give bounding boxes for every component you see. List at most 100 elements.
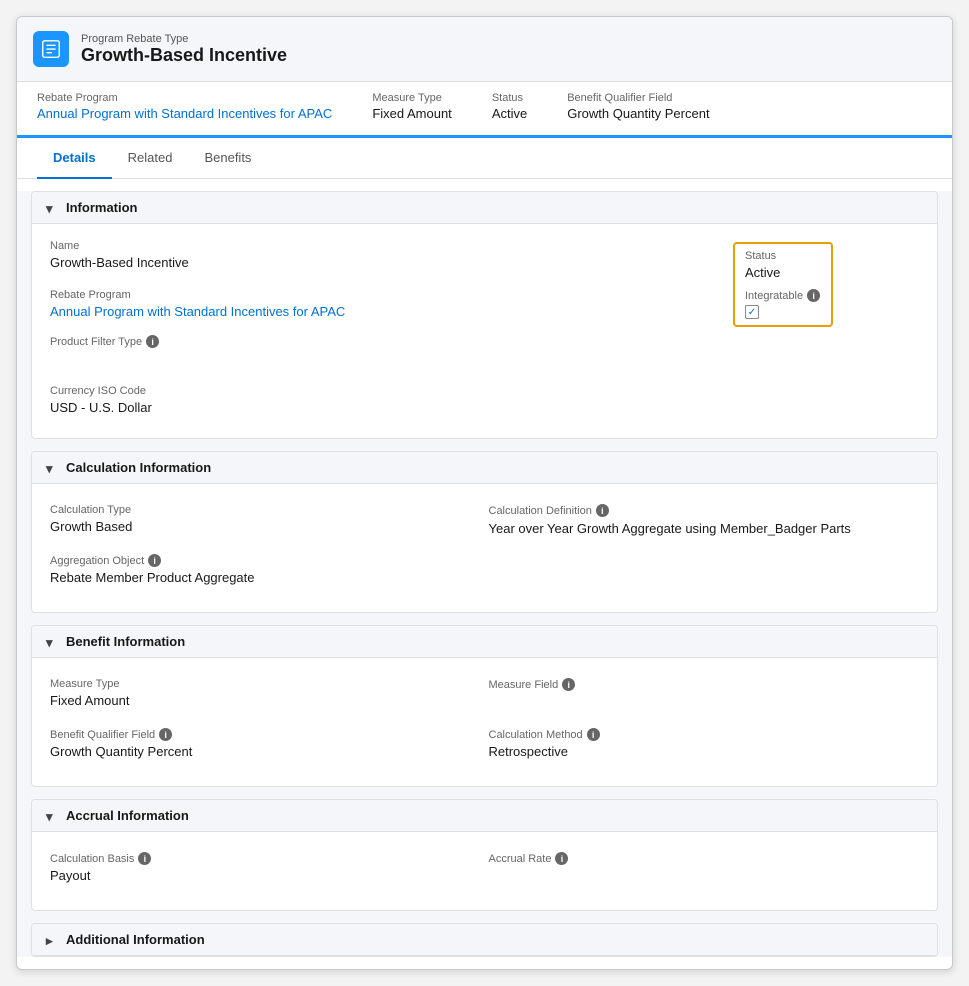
product-filter-field-group: Product Filter Type i ✏ xyxy=(46,327,723,377)
page-title: Growth-Based Incentive xyxy=(81,45,287,66)
information-section-header[interactable]: ▾ Information xyxy=(32,192,937,224)
tab-benefits[interactable]: Benefits xyxy=(188,138,267,179)
calculation-body: Calculation Type Growth Based ✏ Calculat… xyxy=(32,484,937,612)
additional-section-title: Additional Information xyxy=(66,932,205,947)
calc-basis-info-icon[interactable]: i xyxy=(138,852,151,865)
tab-related[interactable]: Related xyxy=(112,138,189,179)
meta-rebate-program: Rebate Program Annual Program with Stand… xyxy=(37,92,332,121)
rebate-program-field-group: Rebate Program Annual Program with Stand… xyxy=(46,281,723,327)
rebate-program-label: Rebate Program xyxy=(50,289,711,301)
meta-rebate-program-value[interactable]: Annual Program with Standard Incentives … xyxy=(37,106,332,121)
calc-basis-value: Payout xyxy=(50,868,473,886)
page-container: Program Rebate Type Growth-Based Incenti… xyxy=(16,16,953,970)
accrual-chevron-icon: ▾ xyxy=(46,809,60,823)
accrual-rate-info-icon[interactable]: i xyxy=(555,852,568,865)
accrual-section-title: Accrual Information xyxy=(66,808,189,823)
benefit-section-title: Benefit Information xyxy=(66,634,185,649)
information-section-title: Information xyxy=(66,200,138,215)
calc-basis-field-group: Calculation Basis i Payout ✏ xyxy=(46,844,485,894)
app-icon xyxy=(33,31,69,67)
benefit-measure-type-label: Measure Type xyxy=(50,678,473,690)
integratable-info-icon[interactable]: i xyxy=(807,289,820,302)
name-label: Name xyxy=(50,240,711,252)
status-highlight-box: Status Active Integratable i xyxy=(733,242,833,327)
integratable-label: Integratable i xyxy=(745,289,821,302)
additional-chevron-icon: ▸ xyxy=(46,933,60,947)
integratable-checkbox[interactable] xyxy=(745,305,759,319)
benefit-section: ▾ Benefit Information Measure Type Fixed… xyxy=(31,625,938,787)
tab-details[interactable]: Details xyxy=(37,138,112,179)
meta-measure-type-value: Fixed Amount xyxy=(372,106,452,121)
calc-method-label: Calculation Method i xyxy=(489,728,912,741)
calc-def-info-icon[interactable]: i xyxy=(596,504,609,517)
calc-method-value: Retrospective xyxy=(489,744,912,762)
currency-field-group: Currency ISO Code USD - U.S. Dollar ✏ xyxy=(46,377,723,426)
information-section: ▾ Information Name Growth-Based Incentiv… xyxy=(31,191,938,439)
benefit-qualifier-value: Growth Quantity Percent xyxy=(50,744,473,762)
name-field-group: Name Growth-Based Incentive ✏ xyxy=(46,232,723,281)
benefit-qualifier-label: Benefit Qualifier Field i xyxy=(50,728,473,741)
currency-value: USD - U.S. Dollar xyxy=(50,400,711,418)
meta-benefit-qualifier-label: Benefit Qualifier Field xyxy=(567,92,709,104)
information-chevron-icon: ▾ xyxy=(46,201,60,215)
benefit-measure-type-value: Fixed Amount xyxy=(50,693,473,711)
measure-field-group: Measure Field i ▾ xyxy=(485,670,924,720)
agg-object-label: Aggregation Object i xyxy=(50,554,473,567)
benefit-qualifier-info-icon[interactable]: i xyxy=(159,728,172,741)
agg-object-field-group: Aggregation Object i Rebate Member Produ… xyxy=(46,546,485,596)
benefit-section-header[interactable]: ▾ Benefit Information xyxy=(32,626,937,658)
agg-object-value: Rebate Member Product Aggregate xyxy=(50,570,473,588)
information-right: Status Active Integratable i xyxy=(723,232,923,426)
information-body: Name Growth-Based Incentive ✏ Rebate Pro… xyxy=(32,224,937,438)
calculation-chevron-icon: ▾ xyxy=(46,461,60,475)
measure-field-info-icon[interactable]: i xyxy=(562,678,575,691)
calc-basis-label: Calculation Basis i xyxy=(50,852,473,865)
calc-type-label: Calculation Type xyxy=(50,504,473,516)
calc-def-value: Year over Year Growth Aggregate using Me… xyxy=(489,520,912,538)
meta-measure-type-label: Measure Type xyxy=(372,92,452,104)
status-highlight-value: Active xyxy=(745,265,821,283)
tabs-bar: Details Related Benefits xyxy=(17,138,952,179)
calc-type-value: Growth Based xyxy=(50,519,473,537)
calculation-section: ▾ Calculation Information Calculation Ty… xyxy=(31,451,938,613)
calc-def-label: Calculation Definition i xyxy=(489,504,912,517)
content-area: ▾ Information Name Growth-Based Incentiv… xyxy=(17,191,952,957)
additional-section-header[interactable]: ▸ Additional Information xyxy=(32,924,937,956)
calc-method-info-icon[interactable]: i xyxy=(587,728,600,741)
name-value: Growth-Based Incentive xyxy=(50,255,711,273)
benefit-body: Measure Type Fixed Amount ✏ Measure Fiel… xyxy=(32,658,937,786)
calc-def-field-group: Calculation Definition i Year over Year … xyxy=(485,496,924,546)
agg-object-info-icon[interactable]: i xyxy=(148,554,161,567)
benefit-measure-type-field-group: Measure Type Fixed Amount ✏ xyxy=(46,670,485,720)
meta-measure-type: Measure Type Fixed Amount xyxy=(372,92,452,121)
meta-benefit-qualifier: Benefit Qualifier Field Growth Quantity … xyxy=(567,92,709,121)
meta-status: Status Active xyxy=(492,92,527,121)
benefit-qualifier-field-group: Benefit Qualifier Field i Growth Quantit… xyxy=(46,720,485,770)
accrual-rate-label: Accrual Rate i xyxy=(489,852,912,865)
accrual-rate-value xyxy=(489,868,912,886)
accrual-section-header[interactable]: ▾ Accrual Information xyxy=(32,800,937,832)
meta-benefit-qualifier-value: Growth Quantity Percent xyxy=(567,106,709,121)
accrual-body: Calculation Basis i Payout ✏ Accrual Rat… xyxy=(32,832,937,910)
meta-status-label: Status xyxy=(492,92,527,104)
header-title-group: Program Rebate Type Growth-Based Incenti… xyxy=(81,33,287,66)
measure-field-value xyxy=(489,694,912,712)
meta-bar: Rebate Program Annual Program with Stand… xyxy=(17,82,952,138)
calc-method-field-group: Calculation Method i Retrospective ✏ xyxy=(485,720,924,770)
measure-field-label: Measure Field i xyxy=(489,678,912,691)
information-left: Name Growth-Based Incentive ✏ Rebate Pro… xyxy=(46,232,723,426)
accrual-section: ▾ Accrual Information Calculation Basis … xyxy=(31,799,938,911)
additional-section: ▸ Additional Information xyxy=(31,923,938,957)
benefit-chevron-icon: ▾ xyxy=(46,635,60,649)
page-header: Program Rebate Type Growth-Based Incenti… xyxy=(17,17,952,82)
product-filter-label: Product Filter Type i xyxy=(50,335,711,348)
rebate-program-value[interactable]: Annual Program with Standard Incentives … xyxy=(50,304,365,319)
currency-label: Currency ISO Code xyxy=(50,385,711,397)
product-filter-info-icon[interactable]: i xyxy=(146,335,159,348)
calc-type-field-group: Calculation Type Growth Based ✏ xyxy=(46,496,485,546)
product-filter-value xyxy=(50,351,711,369)
status-highlight-label: Status xyxy=(745,250,821,262)
accrual-rate-field-group: Accrual Rate i ▾ xyxy=(485,844,924,894)
calculation-section-header[interactable]: ▾ Calculation Information xyxy=(32,452,937,484)
rebate-icon xyxy=(40,38,62,60)
